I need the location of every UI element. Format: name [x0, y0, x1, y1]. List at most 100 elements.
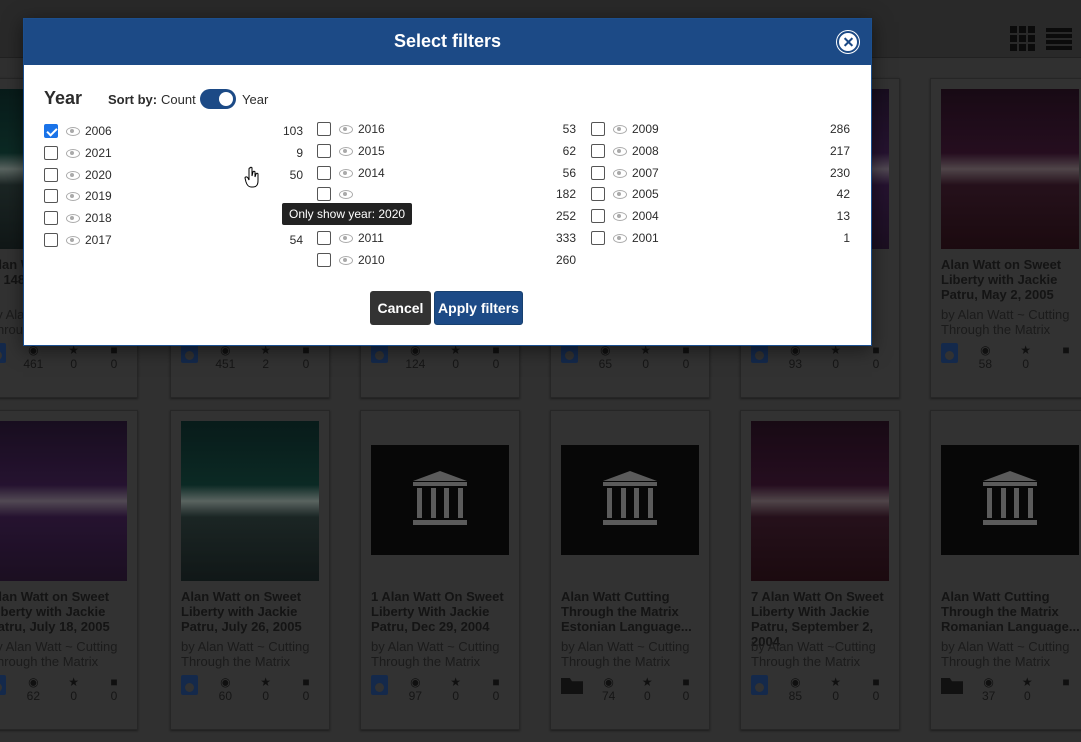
eye-icon[interactable]: [339, 167, 353, 179]
year-count: 9: [296, 145, 303, 160]
year-label[interactable]: 2020: [85, 168, 112, 182]
year-count: 230: [829, 165, 850, 180]
eye-icon[interactable]: [339, 145, 353, 157]
year-checkbox[interactable]: [44, 189, 58, 204]
eye-icon[interactable]: [613, 145, 627, 157]
eye-icon[interactable]: [339, 254, 353, 266]
year-count: 56: [562, 165, 576, 180]
year-count: 42: [836, 187, 850, 202]
year-facet-row[interactable]: 2011 333: [317, 228, 576, 248]
year-facet-row[interactable]: 2015 62: [317, 141, 576, 161]
eye-icon[interactable]: [613, 167, 627, 179]
year-count: 217: [829, 143, 850, 158]
eye-icon[interactable]: [339, 188, 353, 200]
year-label[interactable]: 2005: [632, 187, 659, 201]
year-facet-row[interactable]: 2009 286: [591, 119, 850, 139]
year-checkbox[interactable]: [44, 211, 58, 226]
dialog-header: Select filters: [24, 19, 871, 65]
filters-dialog: Select filters Year Sort by: Count Year …: [23, 18, 872, 346]
year-count: 103: [282, 124, 303, 138]
year-label[interactable]: 2011: [358, 231, 384, 245]
year-checkbox[interactable]: [44, 233, 58, 247]
eye-icon[interactable]: [339, 232, 353, 244]
sort-option-year[interactable]: Year: [242, 92, 268, 107]
eye-icon[interactable]: [613, 210, 627, 222]
eye-icon[interactable]: [66, 190, 80, 202]
year-label[interactable]: 2007: [632, 166, 659, 180]
eye-icon[interactable]: [66, 234, 80, 246]
year-checkbox[interactable]: [591, 231, 605, 245]
year-label[interactable]: 2021: [85, 146, 112, 160]
year-checkbox[interactable]: [591, 165, 605, 180]
year-facet-row[interactable]: 2021 9: [44, 143, 303, 163]
year-checkbox[interactable]: [317, 231, 331, 245]
year-count: 53: [562, 122, 576, 136]
close-icon[interactable]: [837, 31, 859, 53]
year-checkbox[interactable]: [591, 143, 605, 158]
year-label[interactable]: 2006: [85, 124, 112, 138]
year-count: 260: [555, 252, 576, 267]
year-checkbox[interactable]: [317, 165, 331, 180]
year-count: 54: [289, 233, 303, 247]
year-facet-row[interactable]: 2016 53: [317, 119, 576, 139]
eye-icon[interactable]: [339, 123, 353, 135]
year-count: 1: [843, 231, 850, 245]
year-label[interactable]: 2008: [632, 144, 659, 158]
year-checkbox[interactable]: [44, 167, 58, 182]
year-checkbox[interactable]: [317, 252, 331, 267]
year-count: 182: [555, 187, 576, 202]
year-checkbox[interactable]: [591, 209, 605, 224]
sort-toggle-switch[interactable]: [200, 89, 236, 109]
year-label[interactable]: 2017: [85, 233, 112, 247]
year-facet-row[interactable]: 2008 217: [591, 141, 850, 161]
year-label[interactable]: 2010: [358, 253, 385, 267]
sort-option-count[interactable]: Count: [161, 92, 196, 107]
apply-filters-button[interactable]: Apply filters: [434, 291, 523, 325]
year-count: 333: [555, 231, 576, 245]
year-facet-row[interactable]: 2010 260: [317, 250, 576, 270]
year-checkbox[interactable]: [591, 122, 605, 136]
year-label[interactable]: 2014: [358, 166, 385, 180]
eye-icon[interactable]: [66, 125, 80, 137]
year-label[interactable]: 2009: [632, 122, 659, 136]
year-facet-row[interactable]: 2019: [44, 186, 303, 206]
year-checkbox[interactable]: [317, 143, 331, 158]
tooltip: Only show year: 2020: [282, 203, 413, 225]
year-facet-row[interactable]: 2017 54: [44, 230, 303, 250]
year-facet-row[interactable]: 2020 50: [44, 165, 303, 185]
year-label[interactable]: 2004: [632, 209, 659, 223]
year-facet-row[interactable]: 2005 42: [591, 184, 850, 204]
year-label[interactable]: 2018: [85, 211, 112, 225]
mouse-cursor-icon: [244, 166, 259, 188]
year-facet-row[interactable]: 2004 13: [591, 206, 850, 226]
toggle-knob: [219, 92, 233, 106]
eye-icon[interactable]: [66, 212, 80, 224]
year-facet-row[interactable]: 201852: [44, 208, 303, 228]
eye-icon[interactable]: [613, 232, 627, 244]
year-checkbox[interactable]: [317, 122, 331, 136]
year-facet-row[interactable]: 2006 103: [44, 121, 303, 141]
eye-icon[interactable]: [613, 188, 627, 200]
year-label[interactable]: 2015: [358, 144, 385, 158]
year-label[interactable]: 2001: [632, 231, 659, 245]
year-checkbox[interactable]: [44, 145, 58, 160]
cancel-button[interactable]: Cancel: [370, 291, 431, 325]
year-facet-row[interactable]: 2001 1: [591, 228, 850, 248]
year-label[interactable]: 2016: [358, 122, 385, 136]
year-label[interactable]: 2019: [85, 189, 112, 203]
dialog-title: Select filters: [393, 31, 502, 51]
year-facet-row[interactable]: 2007 230: [591, 163, 850, 183]
year-facet-row[interactable]: 2014 56: [317, 163, 576, 183]
year-facet-row[interactable]: 182: [317, 184, 576, 204]
year-count: 252: [555, 209, 576, 224]
year-checkbox[interactable]: [44, 124, 58, 138]
eye-icon[interactable]: [66, 169, 80, 181]
year-count: 50: [289, 167, 303, 182]
eye-icon[interactable]: [613, 123, 627, 135]
facet-title: Year: [44, 88, 83, 108]
sort-by-label: Sort by:: [108, 92, 158, 107]
year-checkbox[interactable]: [591, 187, 605, 202]
eye-icon[interactable]: [66, 147, 80, 159]
year-count: 62: [562, 143, 576, 158]
year-checkbox[interactable]: [317, 187, 331, 202]
